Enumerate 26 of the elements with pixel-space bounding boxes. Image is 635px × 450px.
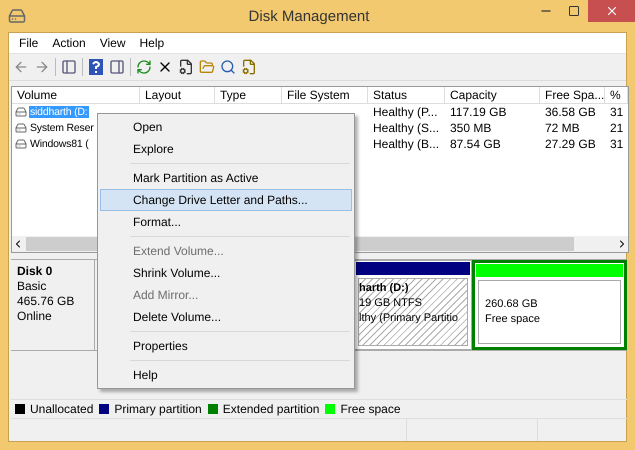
partition-label: lthy (Primary Partitio [359,311,460,326]
table-cell: Healthy (P... [373,105,438,119]
table-cell: 27.29 GB [545,137,596,151]
legend-label: Unallocated [30,402,94,416]
disk-type: Basic [17,279,48,294]
table-cell: Healthy (B... [373,137,440,151]
table-cell: Healthy (S... [373,121,440,135]
disk-size: 465.76 GB [17,294,76,309]
table-cell: 350 MB [450,121,492,135]
table-cell: 117.19 GB [450,105,506,119]
window-title: Disk Management [248,8,370,24]
legend-label: Primary partition [114,402,202,416]
table-cell: 72 MB [545,121,580,135]
partition-label: 19 GB NTFS [359,296,423,311]
partition-label: harth (D:) [359,281,410,296]
disk-name: Disk 0 [17,264,54,279]
table-cell: 31 [610,105,624,119]
table-cell: 31 [610,137,624,151]
partition-label: Free space [485,312,542,327]
partition-label: 260.68 GB [485,297,539,312]
legend-label: Free space [340,402,400,416]
table-cell: 87.54 GB [450,137,501,151]
legend-label: Extended partition [222,402,320,416]
table-cell: 21 [610,121,624,135]
table-cell: 36.58 GB [545,105,596,119]
disk-state: Online [17,309,53,324]
